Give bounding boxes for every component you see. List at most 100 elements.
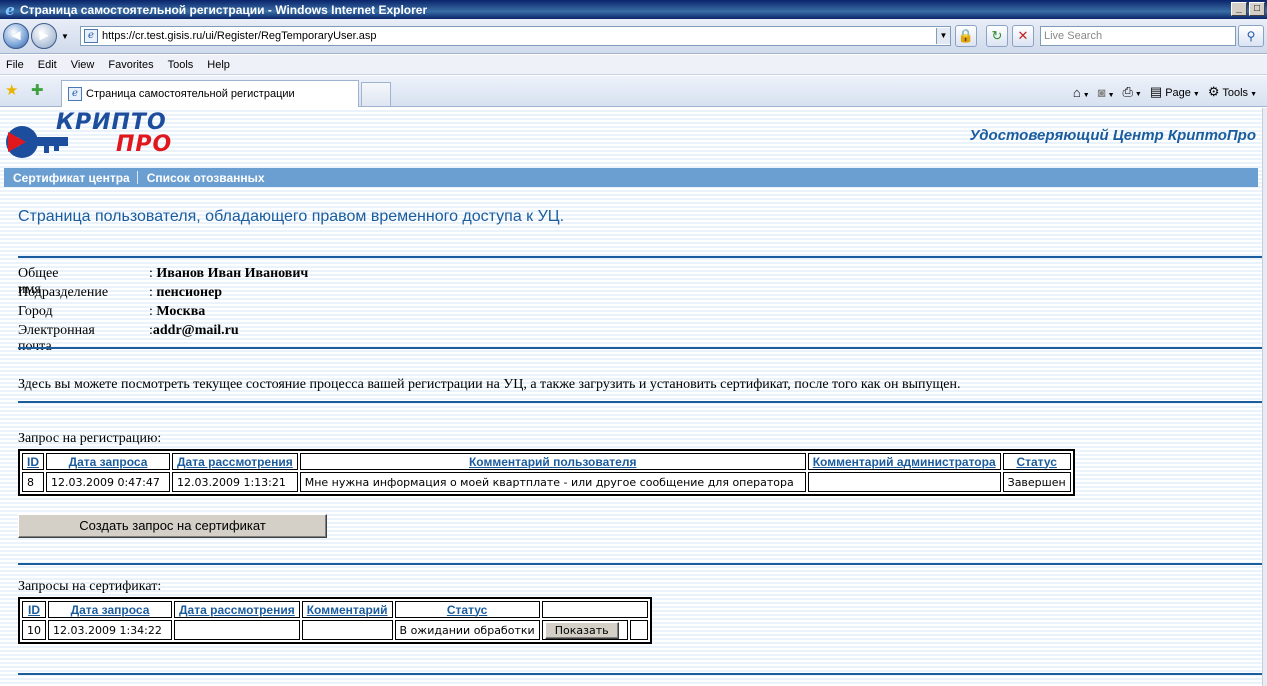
printer-icon: ⎙ (1122, 84, 1133, 99)
description-text: Здесь вы можете посмотреть текущее состо… (18, 377, 961, 392)
col-header[interactable]: ID (22, 601, 46, 618)
cell-action: Показать (541, 620, 628, 640)
minimize-button[interactable]: _ (1231, 2, 1247, 16)
info-value: : пенсионер (149, 285, 223, 300)
page-menu-label: Page (1165, 87, 1191, 99)
print-button[interactable]: ⎙ ▼ (1123, 84, 1142, 100)
col-header[interactable]: Дата запроса (48, 601, 172, 618)
cell-status: Завершен (1002, 472, 1071, 492)
col-header[interactable]: Статус (394, 601, 540, 618)
cell-review-date: 12.03.2009 1:13:21 (172, 472, 298, 492)
search-input[interactable]: Live Search (1040, 26, 1236, 46)
tools-menu-button[interactable]: ⚙ Tools ▼ (1208, 84, 1257, 100)
nav-revoked-list[interactable]: Список отозванных (138, 171, 272, 185)
info-label: Подразделение (18, 285, 109, 300)
divider (18, 563, 1262, 565)
col-header[interactable]: Дата рассмотрения (172, 453, 298, 470)
info-label: Город (18, 304, 53, 319)
page-menu-button[interactable]: ▤ Page ▼ (1150, 84, 1200, 100)
menu-file[interactable]: File (0, 59, 30, 71)
col-header[interactable]: Комментарий пользователя (299, 453, 806, 470)
create-certificate-request-button[interactable]: Создать запрос на сертификат (18, 514, 327, 538)
info-value: : Москва (149, 304, 206, 319)
feeds-button[interactable]: ◙ ▼ (1098, 85, 1115, 100)
cell-id: 10 (22, 620, 46, 640)
cell-comment (301, 620, 393, 640)
address-bar[interactable]: e https://cr.test.gisis.ru/ui/Register/R… (80, 26, 951, 46)
col-header[interactable]: Комментарий администратора (807, 453, 1001, 470)
menu-bar: File Edit View Favorites Tools Help (0, 55, 1267, 75)
logo-text-bottom: ПРО (116, 132, 173, 157)
col-header[interactable]: Комментарий (301, 601, 393, 618)
command-bar: ⌂ ▼ ◙ ▼ ⎙ ▼ ▤ Page ▼ ⚙ Tools ▼ (1073, 84, 1257, 100)
menu-favorites[interactable]: Favorites (100, 59, 159, 71)
menu-help[interactable]: Help (199, 59, 236, 71)
cell-id: 8 (22, 472, 44, 492)
page-menu-icon: ▤ (1149, 84, 1163, 99)
back-button[interactable]: ◄ (3, 23, 29, 49)
site-nav: Сертификат центра Список отозванных (4, 168, 1258, 187)
vertical-scrollbar[interactable] (1262, 108, 1267, 686)
info-value: :addr@mail.ru (149, 323, 239, 338)
maximize-button[interactable]: □ (1249, 2, 1265, 16)
divider (18, 256, 1262, 258)
menu-tools[interactable]: Tools (160, 59, 200, 71)
ie-logo-icon: e (5, 0, 15, 19)
col-header-actions (541, 601, 648, 618)
cryptopro-logo: КРИПТО ПРО (4, 110, 184, 166)
stop-button[interactable]: ✕ (1012, 25, 1034, 47)
tab-page-icon: e (68, 87, 82, 101)
home-icon: ⌂ (1072, 84, 1081, 100)
gear-icon: ⚙ (1207, 84, 1220, 99)
tab-bar: ★ ✚ e Страница самостоятельной регистрац… (0, 76, 1267, 107)
forward-button[interactable]: ► (31, 23, 57, 49)
cell-request-date: 12.03.2009 1:34:22 (48, 620, 172, 640)
certificate-requests-caption: Запросы на сертификат: (18, 579, 162, 594)
registration-table: ID Дата запроса Дата рассмотрения Коммен… (18, 449, 1075, 496)
refresh-button[interactable]: ↻ (986, 25, 1008, 47)
col-header[interactable]: Статус (1002, 453, 1071, 470)
window-title: Страница самостоятельной регистрации - W… (20, 2, 428, 17)
certificate-requests-table: ID Дата запроса Дата рассмотрения Коммен… (18, 597, 652, 644)
rss-icon: ◙ (1097, 84, 1106, 100)
page-title: Страница пользователя, обладающего право… (18, 208, 565, 225)
table-header-row: ID Дата запроса Дата рассмотрения Коммен… (22, 601, 648, 618)
new-tab-button[interactable] (361, 82, 391, 106)
search-button[interactable]: ⚲ (1238, 25, 1264, 47)
show-button[interactable]: Показать (544, 621, 619, 639)
page-icon: e (84, 29, 98, 43)
table-row: 8 12.03.2009 0:47:47 12.03.2009 1:13:21 … (22, 472, 1071, 492)
menu-edit[interactable]: Edit (30, 59, 63, 71)
cell-request-date: 12.03.2009 0:47:47 (46, 472, 170, 492)
cell-review-date (174, 620, 300, 640)
nav-ca-certificate[interactable]: Сертификат центра (4, 171, 137, 185)
lock-icon[interactable]: 🔒 (955, 25, 977, 47)
divider (18, 347, 1262, 349)
add-favorite-icon[interactable]: ✚ (31, 83, 44, 99)
address-dropdown-icon[interactable]: ▼ (936, 28, 950, 44)
cell-admin-comment (807, 472, 1001, 492)
col-header[interactable]: Дата рассмотрения (174, 601, 300, 618)
tab-title: Страница самостоятельной регистрации (86, 88, 295, 100)
col-header[interactable]: ID (22, 453, 44, 470)
table-row: 10 12.03.2009 1:34:22 В ожидании обработ… (22, 620, 648, 640)
menu-view[interactable]: View (63, 59, 101, 71)
info-value: : Иванов Иван Иванович (149, 266, 309, 281)
divider (18, 401, 1262, 403)
tools-menu-label: Tools (1222, 87, 1249, 99)
site-title: Удостоверяющий Центр КриптоПро (969, 127, 1256, 144)
divider (18, 673, 1262, 675)
tab-current[interactable]: e Страница самостоятельной регистрации (61, 80, 359, 107)
table-header-row: ID Дата запроса Дата рассмотрения Коммен… (22, 453, 1071, 470)
window-titlebar: e Страница самостоятельной регистрации -… (0, 0, 1267, 19)
home-button[interactable]: ⌂ ▼ (1073, 85, 1090, 100)
registration-caption: Запрос на регистрацию: (18, 431, 162, 446)
favorites-star-icon[interactable]: ★ (5, 83, 18, 99)
cell-user-comment: Мне нужна информация о моей квартплате -… (299, 472, 806, 492)
address-input[interactable]: https://cr.test.gisis.ru/ui/Register/Reg… (102, 30, 936, 42)
cell-empty (629, 620, 648, 640)
info-label: Электронная почта (18, 323, 95, 354)
history-dropdown-icon[interactable]: ▼ (61, 32, 69, 41)
col-header[interactable]: Дата запроса (46, 453, 170, 470)
cell-status: В ожидании обработки (394, 620, 540, 640)
